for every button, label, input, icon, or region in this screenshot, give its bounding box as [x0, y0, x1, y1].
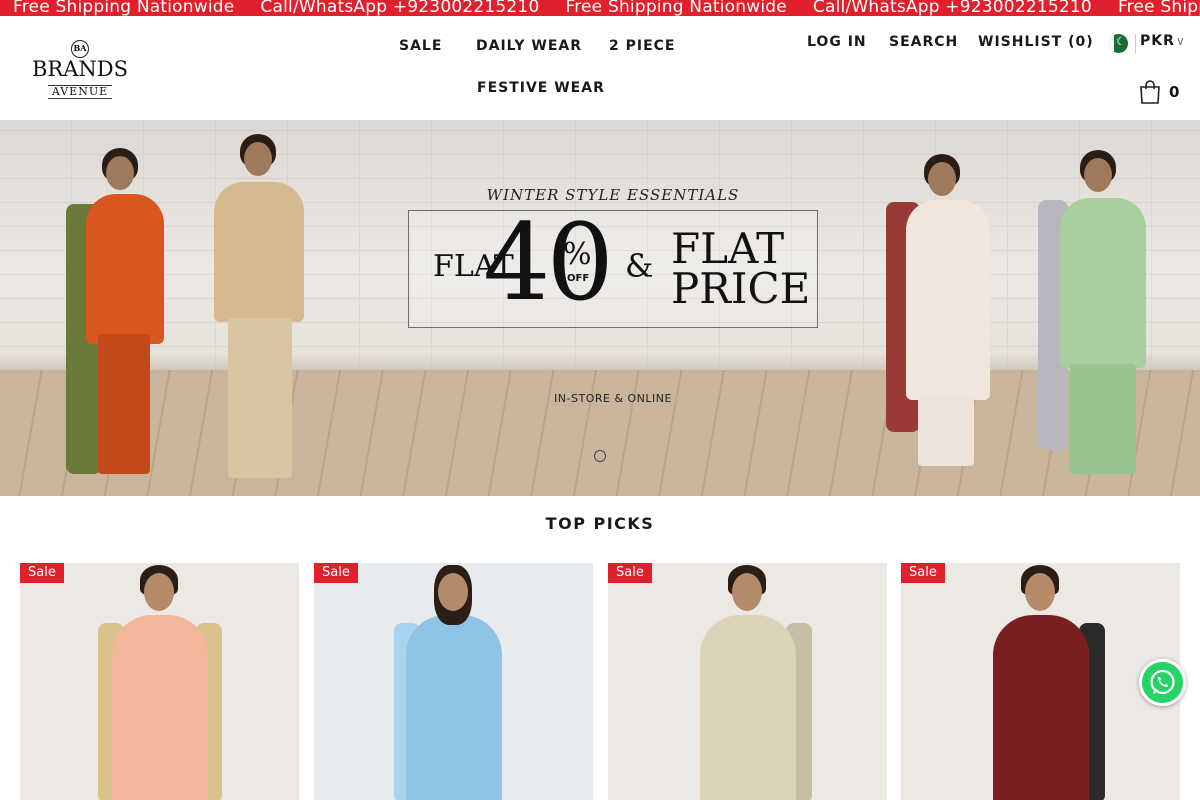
currency-selector[interactable]: PKR — [1140, 33, 1175, 49]
slider-dot[interactable] — [594, 450, 606, 462]
logo-line1: BRANDS — [31, 57, 128, 81]
sale-badge: Sale — [901, 563, 945, 583]
product-image[interactable] — [658, 563, 838, 800]
sale-badge: Sale — [20, 563, 64, 583]
product-image[interactable] — [951, 563, 1131, 800]
pakistan-flag-icon[interactable] — [1109, 34, 1128, 53]
product-card[interactable]: Sale — [20, 563, 299, 800]
model-figure — [190, 128, 320, 488]
product-image[interactable] — [364, 563, 544, 800]
product-image[interactable] — [70, 563, 250, 800]
nav-2-piece[interactable]: 2 PIECE — [609, 38, 676, 54]
section-title: TOP PICKS — [545, 514, 655, 533]
wishlist-link[interactable]: WISHLIST (0) — [978, 34, 1094, 50]
cart-count[interactable]: 0 — [1169, 83, 1179, 101]
login-link[interactable]: LOG IN — [807, 34, 867, 50]
promo-flat-right: FLAT — [671, 224, 785, 273]
logo-line2: AVENUE — [47, 85, 113, 99]
nav-festive-wear[interactable]: FESTIVE WEAR — [477, 80, 605, 96]
search-link[interactable]: SEARCH — [889, 34, 958, 50]
hero-banner[interactable]: WINTER STYLE ESSENTIALS FLAT 40 % OFF & … — [0, 120, 1200, 496]
chevron-down-icon[interactable]: ∨ — [1176, 34, 1185, 48]
nav-sale[interactable]: SALE — [399, 38, 442, 54]
announcement-item: Call/WhatsApp +923002215210 — [260, 0, 540, 16]
nav-daily-wear[interactable]: DAILY WEAR — [476, 38, 582, 54]
wooden-floor-background — [0, 370, 1200, 496]
sale-badge: Sale — [314, 563, 358, 583]
announcement-item: Free Shipping Nationwide — [565, 0, 787, 16]
whatsapp-icon[interactable] — [1139, 659, 1186, 706]
promo-box: FLAT 40 % OFF & FLAT PRICE — [408, 203, 818, 328]
announcement-item: Call/WhatsApp +923002215210 — [812, 0, 1092, 16]
divider — [1135, 34, 1136, 54]
announcement-bar: Free Shipping Nationwide Call/WhatsApp +… — [0, 0, 1200, 16]
shopping-bag-icon[interactable] — [1139, 80, 1161, 104]
site-header: BA BRANDS AVENUE SALE DAILY WEAR 2 PIECE… — [0, 16, 1200, 120]
product-card[interactable]: Sale — [608, 563, 887, 800]
brand-logo[interactable]: BA BRANDS AVENUE — [30, 38, 130, 99]
promo-off: OFF — [567, 273, 590, 284]
product-card[interactable]: Sale — [314, 563, 593, 800]
promo-percent: % — [563, 237, 592, 272]
announcement-item: Free Shipping Nationwide — [1117, 0, 1200, 16]
promo-subtitle: IN-STORE & ONLINE — [554, 392, 672, 405]
sale-badge: Sale — [608, 563, 652, 583]
logo-crest: BA — [71, 40, 89, 58]
announcement-item: Free Shipping Nationwide — [13, 0, 235, 16]
promo-price: PRICE — [671, 264, 811, 313]
promo-ampersand: & — [625, 247, 654, 285]
